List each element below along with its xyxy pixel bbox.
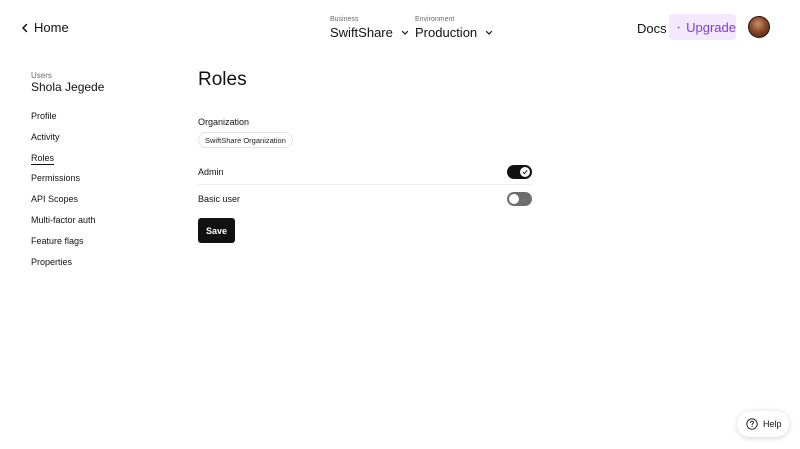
sidebar-nav: Profile Activity Roles Permissions API S… (31, 111, 96, 277)
home-label: Home (34, 20, 69, 35)
user-avatar[interactable] (748, 16, 770, 38)
sidebar-item-profile[interactable]: Profile (31, 111, 96, 132)
page-title: Roles (198, 69, 247, 90)
sidebar-item-label: Feature flags (31, 235, 84, 246)
sidebar-item-roles[interactable]: Roles (31, 153, 96, 174)
sidebar-item-api-scopes[interactable]: API Scopes (31, 194, 96, 215)
user-name: Shola Jegede (31, 80, 105, 94)
sidebar-item-label: Activity (31, 131, 60, 142)
sidebar-item-permissions[interactable]: Permissions (31, 173, 96, 194)
basic-user-role-toggle[interactable] (507, 192, 532, 206)
sidebar-item-label: Permissions (31, 173, 81, 184)
sidebar-item-properties[interactable]: Properties (31, 257, 96, 278)
sidebar-item-mfa[interactable]: Multi-factor auth (31, 215, 96, 236)
sidebar-item-label: API Scopes (31, 194, 79, 205)
business-switcher[interactable]: Business SwiftShare (330, 16, 409, 40)
sidebar-item-label: Roles (31, 152, 55, 165)
role-label: Basic user (198, 194, 241, 204)
chevron-left-icon (22, 23, 28, 32)
environment-switcher[interactable]: Environment Production (415, 16, 493, 40)
organization-label: Organization (198, 117, 250, 127)
sidebar-item-activity[interactable]: Activity (31, 132, 96, 153)
upgrade-button[interactable]: Upgrade (669, 14, 736, 40)
business-caption: Business (330, 16, 359, 23)
role-row-basic-user: Basic user (198, 189, 532, 209)
sidebar-item-label: Multi-factor auth (31, 214, 96, 225)
divider (198, 184, 532, 185)
sidebar-item-feature-flags[interactable]: Feature flags (31, 236, 96, 257)
docs-link[interactable]: Docs (637, 21, 667, 36)
save-button[interactable]: Save (198, 218, 235, 243)
upgrade-label: Upgrade (686, 19, 736, 35)
users-caption: Users (31, 71, 52, 80)
business-value: SwiftShare (330, 25, 393, 40)
role-label: Admin (198, 167, 224, 177)
organization-chip: SwiftShare Organization (198, 132, 293, 148)
sidebar-item-label: Profile (31, 111, 57, 121)
help-button[interactable]: Help (737, 411, 789, 437)
help-icon (746, 418, 758, 430)
toggle-knob (520, 167, 530, 177)
chevron-down-icon (486, 30, 493, 35)
chevron-down-icon (401, 30, 408, 35)
toggle-knob (509, 194, 519, 204)
check-icon (522, 170, 528, 175)
home-link[interactable]: Home (20, 20, 69, 35)
lightning-icon (677, 25, 680, 29)
admin-role-toggle[interactable] (507, 165, 532, 179)
environment-value: Production (415, 25, 478, 40)
environment-caption: Environment (415, 16, 455, 23)
help-label: Help (763, 419, 782, 429)
role-row-admin: Admin (198, 162, 532, 182)
sidebar-item-label: Properties (31, 256, 73, 267)
